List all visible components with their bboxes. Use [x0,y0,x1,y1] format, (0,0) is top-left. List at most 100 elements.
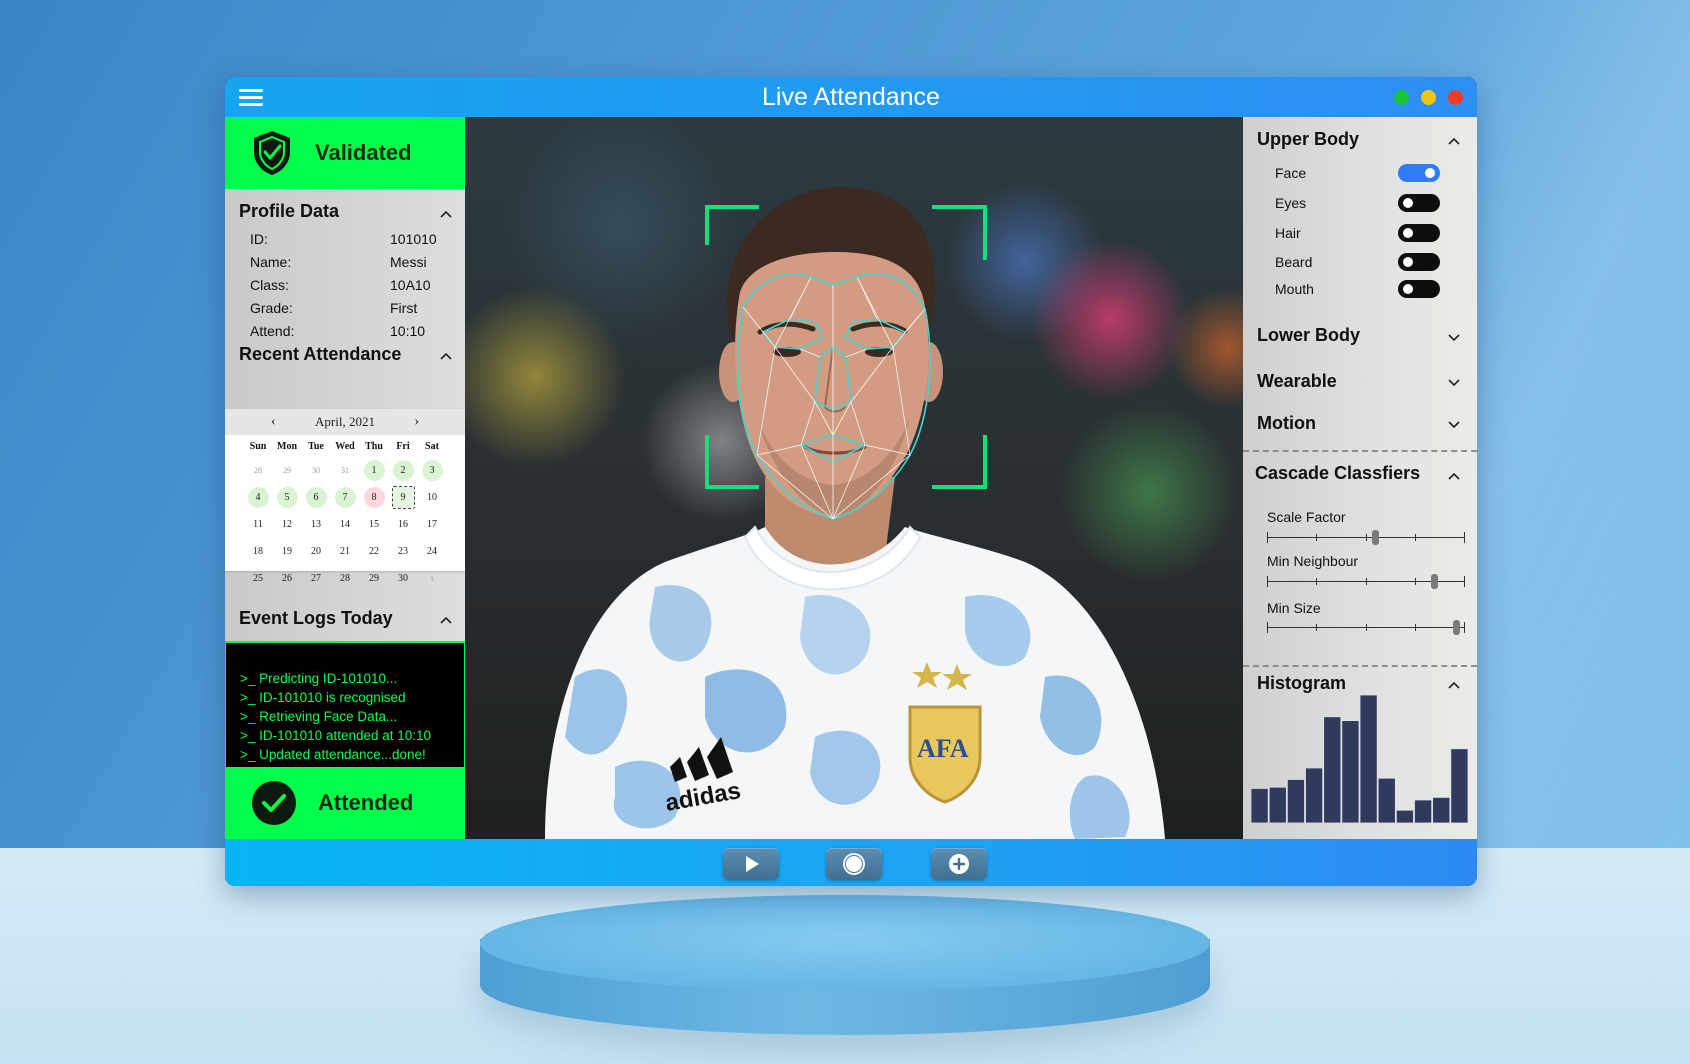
slider-tick [1464,532,1465,543]
toggle-label: Eyes [1275,195,1307,211]
calendar-day-number: 21 [340,546,350,557]
recent-attendance-heading: Recent Attendance [239,344,402,364]
calendar-prev-button[interactable]: ‹ [271,414,276,430]
calendar-day-number: 1 [363,460,385,481]
calendar-day[interactable]: 8 [360,484,389,511]
calendar-day-number: 17 [427,519,437,530]
chevron-up-icon[interactable] [439,349,453,363]
lower-body-heading[interactable]: Lower Body [1257,325,1360,346]
close-button[interactable] [1448,90,1463,105]
toggle-row-face: Face [1275,162,1440,184]
calendar-day[interactable]: 4 [244,484,273,511]
mouth-toggle[interactable] [1398,280,1440,298]
add-icon [949,854,969,874]
chevron-up-icon[interactable] [1447,134,1461,148]
add-button[interactable] [931,848,987,880]
slider-thumb[interactable] [1431,574,1439,589]
log-line: >_ ID-101010 attended at 10:10 [240,728,432,743]
calendar-day[interactable]: 12 [273,511,302,538]
calendar-day[interactable]: 27 [302,565,331,592]
calendar-day[interactable]: 21 [331,538,360,565]
calendar-day[interactable]: 13 [302,511,331,538]
play-button[interactable] [723,848,779,880]
calendar-day-number: 19 [282,546,292,557]
calendar-day[interactable]: 15 [360,511,389,538]
right-panel: Upper Body Face Eyes Hair Beard Mouth Lower … [1243,117,1477,839]
calendar-day-number: 14 [340,519,350,530]
calendar-day-number: 18 [253,546,263,557]
calendar-day[interactable]: 30 [302,457,331,484]
chevron-down-icon[interactable] [1447,417,1461,431]
calendar-day[interactable]: 3 [418,457,447,484]
slider-tick [1365,534,1367,541]
calendar-day[interactable]: 16 [389,511,418,538]
slider-label: Min Size [1267,600,1321,616]
attendance-calendar: ‹ April, 2021 › Sun Mon Tue Wed Thu Fri Sat 28 2… [225,409,465,584]
toggle-row-beard: Beard [1275,251,1440,273]
calendar-day[interactable]: 31 [331,457,360,484]
calendar-day-number: 28 [254,466,262,475]
slider-tick [1316,534,1318,541]
calendar-day[interactable]: 10 [418,484,447,511]
calendar-day-number: 5 [276,487,298,508]
motion-heading[interactable]: Motion [1257,413,1316,434]
calendar-day[interactable]: 29 [360,565,389,592]
slider-thumb[interactable] [1453,620,1461,635]
window-title: Live Attendance [762,83,940,111]
min-neighbour-slider[interactable] [1267,573,1465,589]
calendar-day[interactable]: 14 [331,511,360,538]
log-line: >_ ID-101010 is recognised [240,690,406,705]
histogram-bar [1377,777,1396,823]
hair-toggle[interactable] [1398,224,1440,242]
calendar-day[interactable]: 5 [273,484,302,511]
profile-data: ID: 101010 Name: Messi Class: 10A10 Grade: Firs… [250,227,455,342]
calendar-day[interactable]: 18 [244,538,273,565]
chevron-down-icon[interactable] [1447,330,1461,344]
slider-thumb[interactable] [1372,530,1380,545]
calendar-day[interactable]: 30 [389,565,418,592]
calendar-day[interactable]: 11 [244,511,273,538]
profile-data-heading: Profile Data [239,201,340,221]
calendar-day[interactable]: 29 [273,457,302,484]
chevron-up-icon[interactable] [439,613,453,627]
calendar-day[interactable]: 9 [389,484,418,511]
calendar-day-number: 1 [430,574,434,583]
histogram-bar [1268,786,1287,823]
crest-text: AFA [917,734,969,763]
maximize-button[interactable] [1394,90,1409,105]
calendar-day-number: 30 [398,573,408,584]
calendar-day[interactable]: 1 [418,565,447,592]
minimize-button[interactable] [1421,90,1436,105]
calendar-day[interactable]: 24 [418,538,447,565]
scale-factor-slider[interactable] [1267,529,1465,545]
calendar-day[interactable]: 28 [331,565,360,592]
calendar-day[interactable]: 7 [331,484,360,511]
eyes-toggle[interactable] [1398,194,1440,212]
calendar-day[interactable]: 20 [302,538,331,565]
chevron-up-icon[interactable] [439,207,453,221]
chevron-up-icon[interactable] [1447,469,1461,483]
calendar-day[interactable]: 26 [273,565,302,592]
record-button[interactable] [826,848,882,880]
calendar-day[interactable]: 6 [302,484,331,511]
left-panel: Validated Profile Data ID: 101010 Name: Mes… [225,117,465,839]
calendar-next-button[interactable]: › [414,414,419,430]
slider-label: Scale Factor [1267,509,1346,525]
calendar-day[interactable]: 28 [244,457,273,484]
calendar-day[interactable]: 2 [389,457,418,484]
calendar-day[interactable]: 23 [389,538,418,565]
min-size-slider[interactable] [1267,619,1465,635]
face-toggle[interactable] [1398,164,1440,182]
calendar-day[interactable]: 1 [360,457,389,484]
calendar-day[interactable]: 22 [360,538,389,565]
calendar-day[interactable]: 19 [273,538,302,565]
calendar-weekday: Fri [396,441,410,452]
wearable-heading[interactable]: Wearable [1257,371,1337,392]
calendar-day[interactable]: 25 [244,565,273,592]
chevron-down-icon[interactable] [1447,375,1461,389]
profile-field-label: Class: [250,276,289,293]
beard-toggle[interactable] [1398,253,1440,271]
calendar-day-number: 15 [369,519,379,530]
calendar-day[interactable]: 17 [418,511,447,538]
calendar-weekday: Sat [425,441,439,452]
